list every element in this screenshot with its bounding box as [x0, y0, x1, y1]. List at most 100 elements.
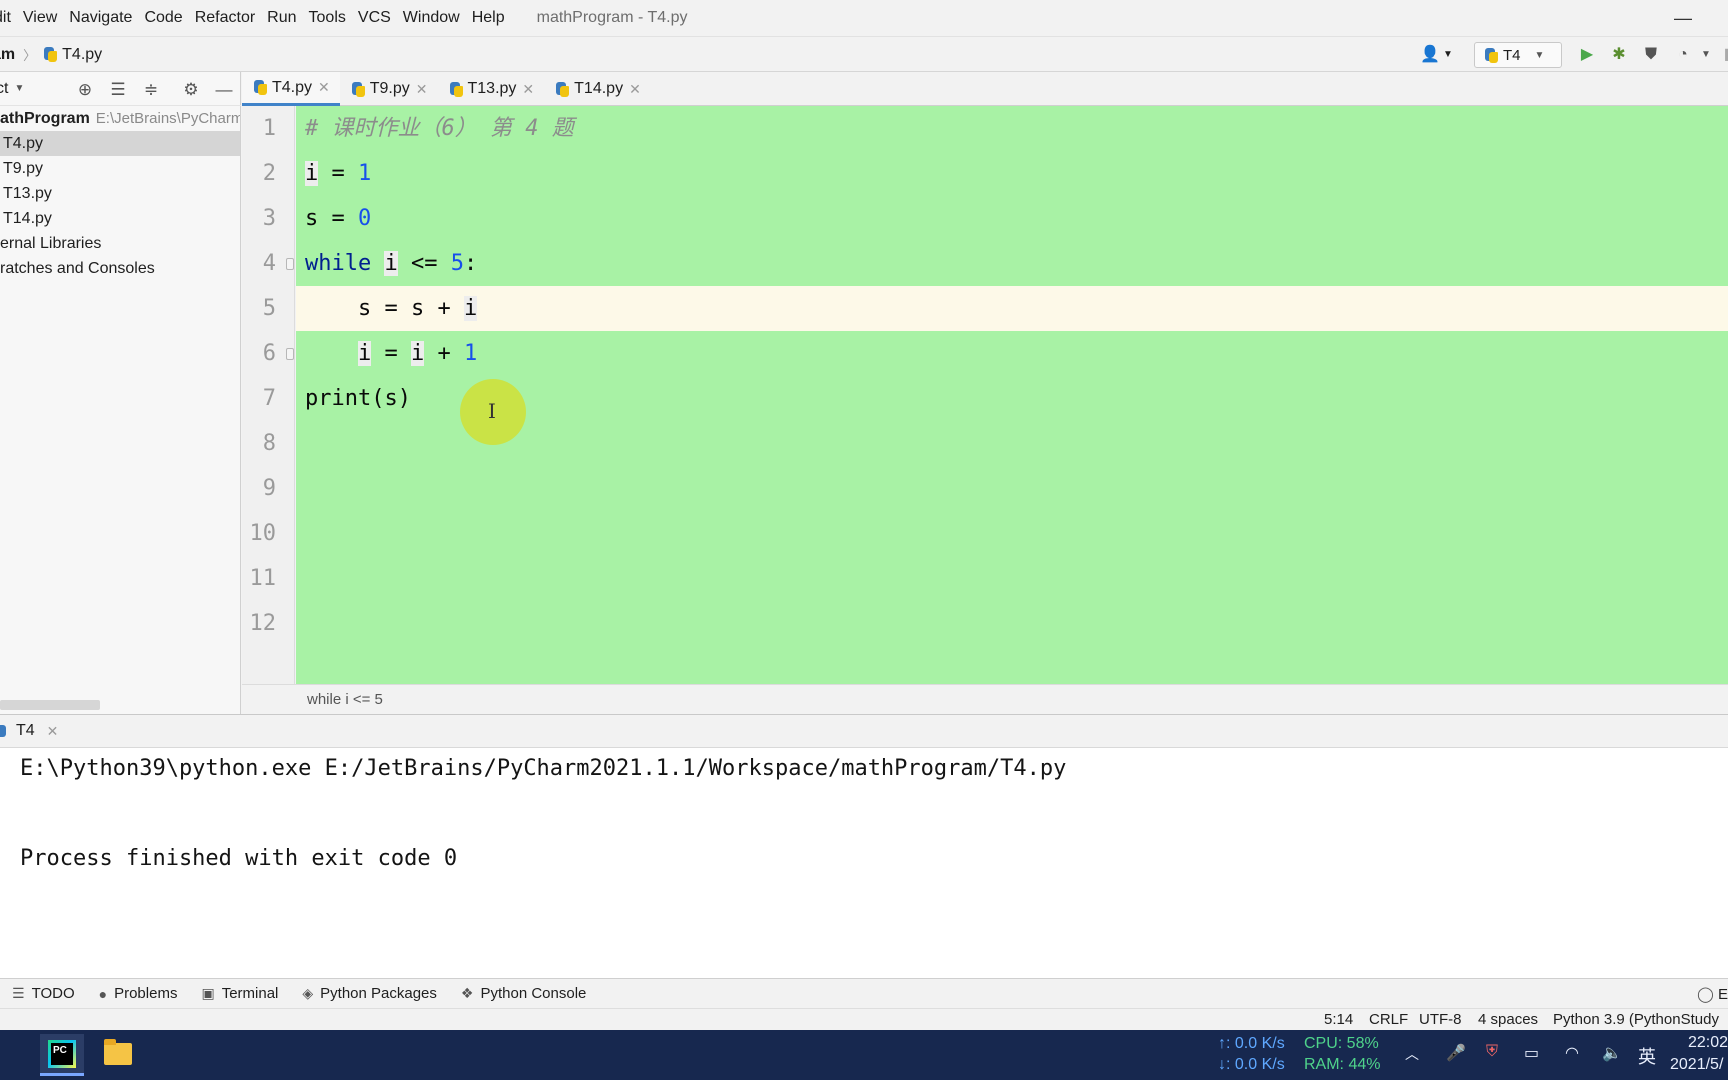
- profile-icon[interactable]: ◔: [1673, 46, 1693, 64]
- locate-icon[interactable]: ⊕: [75, 80, 95, 100]
- menu-bar: dit View Navigate Code Refactor Run Tool…: [0, 0, 1728, 36]
- menu-view[interactable]: View: [23, 9, 57, 27]
- tool-problems[interactable]: ● Problems: [99, 985, 178, 1002]
- project-view-label[interactable]: ct: [0, 80, 8, 98]
- tab-label: T9.py: [369, 80, 410, 97]
- tool-todo[interactable]: ☰ TODO: [12, 985, 75, 1002]
- code-line-1[interactable]: # 课时作业（6） 第 4 题: [296, 106, 1728, 151]
- tree-external-libraries[interactable]: ernal Libraries: [0, 231, 240, 256]
- tool-python-packages[interactable]: ◈ Python Packages: [302, 985, 437, 1002]
- line-number: 1: [262, 116, 276, 141]
- code-line-4[interactable]: while i <= 5:: [296, 241, 1728, 286]
- caret-position[interactable]: 5:14: [1324, 1011, 1353, 1028]
- mouse-cursor-highlight: I: [460, 379, 526, 445]
- tab-label: T4.py: [272, 78, 313, 96]
- code-number: 0: [358, 206, 372, 231]
- python-icon: ❖: [460, 985, 474, 1001]
- code-line-3[interactable]: s = 0: [296, 196, 1728, 241]
- close-icon[interactable]: ✕: [318, 79, 330, 96]
- code-breadcrumb[interactable]: while i <= 5: [307, 691, 383, 708]
- tree-file-t9[interactable]: T9.py: [0, 156, 240, 181]
- run-tab-label[interactable]: T4: [16, 722, 35, 740]
- pycharm-icon: PC: [48, 1040, 76, 1068]
- tab-t4[interactable]: T4.py ✕: [242, 72, 340, 106]
- clock-time[interactable]: 22:02: [1688, 1034, 1728, 1052]
- expand-all-icon[interactable]: ☰: [108, 80, 128, 100]
- tree-file-t4[interactable]: T4.py: [0, 131, 240, 156]
- tool-terminal[interactable]: ▣ Terminal: [201, 985, 278, 1002]
- run-output[interactable]: E:\Python39\python.exe E:/JetBrains/PyCh…: [0, 748, 1728, 978]
- tree-file-label: T9.py: [3, 160, 44, 177]
- tab-t9[interactable]: T9.py ✕: [340, 72, 438, 106]
- code-operator: =: [371, 341, 411, 366]
- clock-date[interactable]: 2021/5/: [1670, 1056, 1723, 1074]
- file-encoding[interactable]: UTF-8: [1419, 1011, 1462, 1028]
- menu-vcs[interactable]: VCS: [358, 9, 391, 27]
- line-number: 7: [262, 386, 276, 411]
- breadcrumb-project[interactable]: am: [0, 46, 15, 64]
- pycharm-taskbar-button[interactable]: PC: [40, 1034, 84, 1076]
- chevron-down-icon[interactable]: ▼: [1438, 46, 1458, 64]
- layers-icon: ◈: [302, 985, 314, 1001]
- input-method-indicator[interactable]: 英: [1638, 1043, 1656, 1069]
- close-icon[interactable]: ✕: [522, 81, 534, 98]
- tool-label: Terminal: [221, 985, 279, 1002]
- menu-edit[interactable]: dit: [0, 9, 11, 27]
- code-operator: +: [424, 341, 464, 366]
- chevron-down-icon[interactable]: ▼: [1696, 46, 1716, 64]
- fold-marker-icon[interactable]: [286, 258, 294, 270]
- wifi-icon[interactable]: ◠: [1565, 1043, 1579, 1063]
- code-comment: # 课时作业（6） 第 4 题: [305, 116, 574, 141]
- security-icon[interactable]: ⛨: [1486, 1043, 1498, 1061]
- run-panel-header: T4 ✕: [0, 714, 1728, 748]
- chevron-up-icon[interactable]: ︿: [1405, 1044, 1419, 1064]
- microphone-icon[interactable]: 🎤: [1446, 1043, 1466, 1063]
- hide-icon[interactable]: —: [214, 80, 234, 100]
- chevron-down-icon[interactable]: ▼: [14, 83, 24, 94]
- gear-icon[interactable]: ⚙: [181, 80, 201, 100]
- horizontal-scrollbar[interactable]: [0, 700, 100, 710]
- fold-marker-icon[interactable]: [286, 348, 294, 360]
- menu-refactor[interactable]: Refactor: [195, 9, 255, 27]
- tool-label: Problems: [114, 985, 178, 1002]
- close-icon[interactable]: ✕: [47, 723, 59, 740]
- file-explorer-icon[interactable]: [104, 1039, 132, 1065]
- tree-scratches[interactable]: ratches and Consoles: [0, 256, 240, 281]
- minimize-button[interactable]: —: [1674, 8, 1692, 28]
- code-line-6[interactable]: i = i + 1: [296, 331, 1728, 376]
- python-file-icon: [254, 80, 267, 95]
- collapse-all-icon[interactable]: ≑: [141, 80, 161, 100]
- volume-icon[interactable]: 🔈: [1602, 1043, 1622, 1063]
- run-icon[interactable]: ▶: [1577, 46, 1597, 64]
- windows-taskbar: PC ↑: 0.0 K/s ↓: 0.0 K/s CPU: 58% RAM: 4…: [0, 1030, 1728, 1080]
- python-file-icon: [44, 47, 58, 62]
- close-icon[interactable]: ✕: [416, 81, 428, 98]
- battery-icon[interactable]: ▭: [1524, 1043, 1539, 1063]
- line-number: 8: [262, 431, 276, 456]
- python-interpreter[interactable]: Python 3.9 (PythonStudy: [1553, 1011, 1719, 1028]
- tab-t14[interactable]: T14.py ✕: [544, 72, 651, 106]
- menu-navigate[interactable]: Navigate: [69, 9, 132, 27]
- tool-python-console[interactable]: ❖ Python Console: [461, 985, 586, 1002]
- breadcrumb-file[interactable]: T4.py: [62, 46, 102, 64]
- user-icon[interactable]: 👤: [1420, 46, 1440, 64]
- code-line-2[interactable]: i = 1: [296, 151, 1728, 196]
- tree-file-t14[interactable]: T14.py: [0, 206, 240, 231]
- coverage-icon[interactable]: ⛊: [1641, 46, 1661, 64]
- tab-t13[interactable]: T13.py ✕: [438, 72, 545, 106]
- line-separator[interactable]: CRLF: [1369, 1011, 1408, 1028]
- event-log-button[interactable]: ◯ E: [1697, 985, 1728, 1003]
- indent-setting[interactable]: 4 spaces: [1478, 1011, 1538, 1028]
- run-configuration-select[interactable]: T4 ▼: [1474, 42, 1562, 68]
- tree-root[interactable]: athProgram E:\JetBrains\PyCharm: [0, 106, 240, 131]
- tree-file-t13[interactable]: T13.py: [0, 181, 240, 206]
- debug-icon[interactable]: ✱: [1609, 46, 1629, 64]
- menu-tools[interactable]: Tools: [309, 9, 346, 27]
- menu-window[interactable]: Window: [403, 9, 460, 27]
- stop-icon[interactable]: ▮: [1718, 46, 1728, 64]
- menu-code[interactable]: Code: [144, 9, 182, 27]
- code-line-5[interactable]: s = s + i: [296, 286, 1728, 331]
- menu-help[interactable]: Help: [472, 9, 505, 27]
- close-icon[interactable]: ✕: [629, 81, 641, 98]
- menu-run[interactable]: Run: [267, 9, 296, 27]
